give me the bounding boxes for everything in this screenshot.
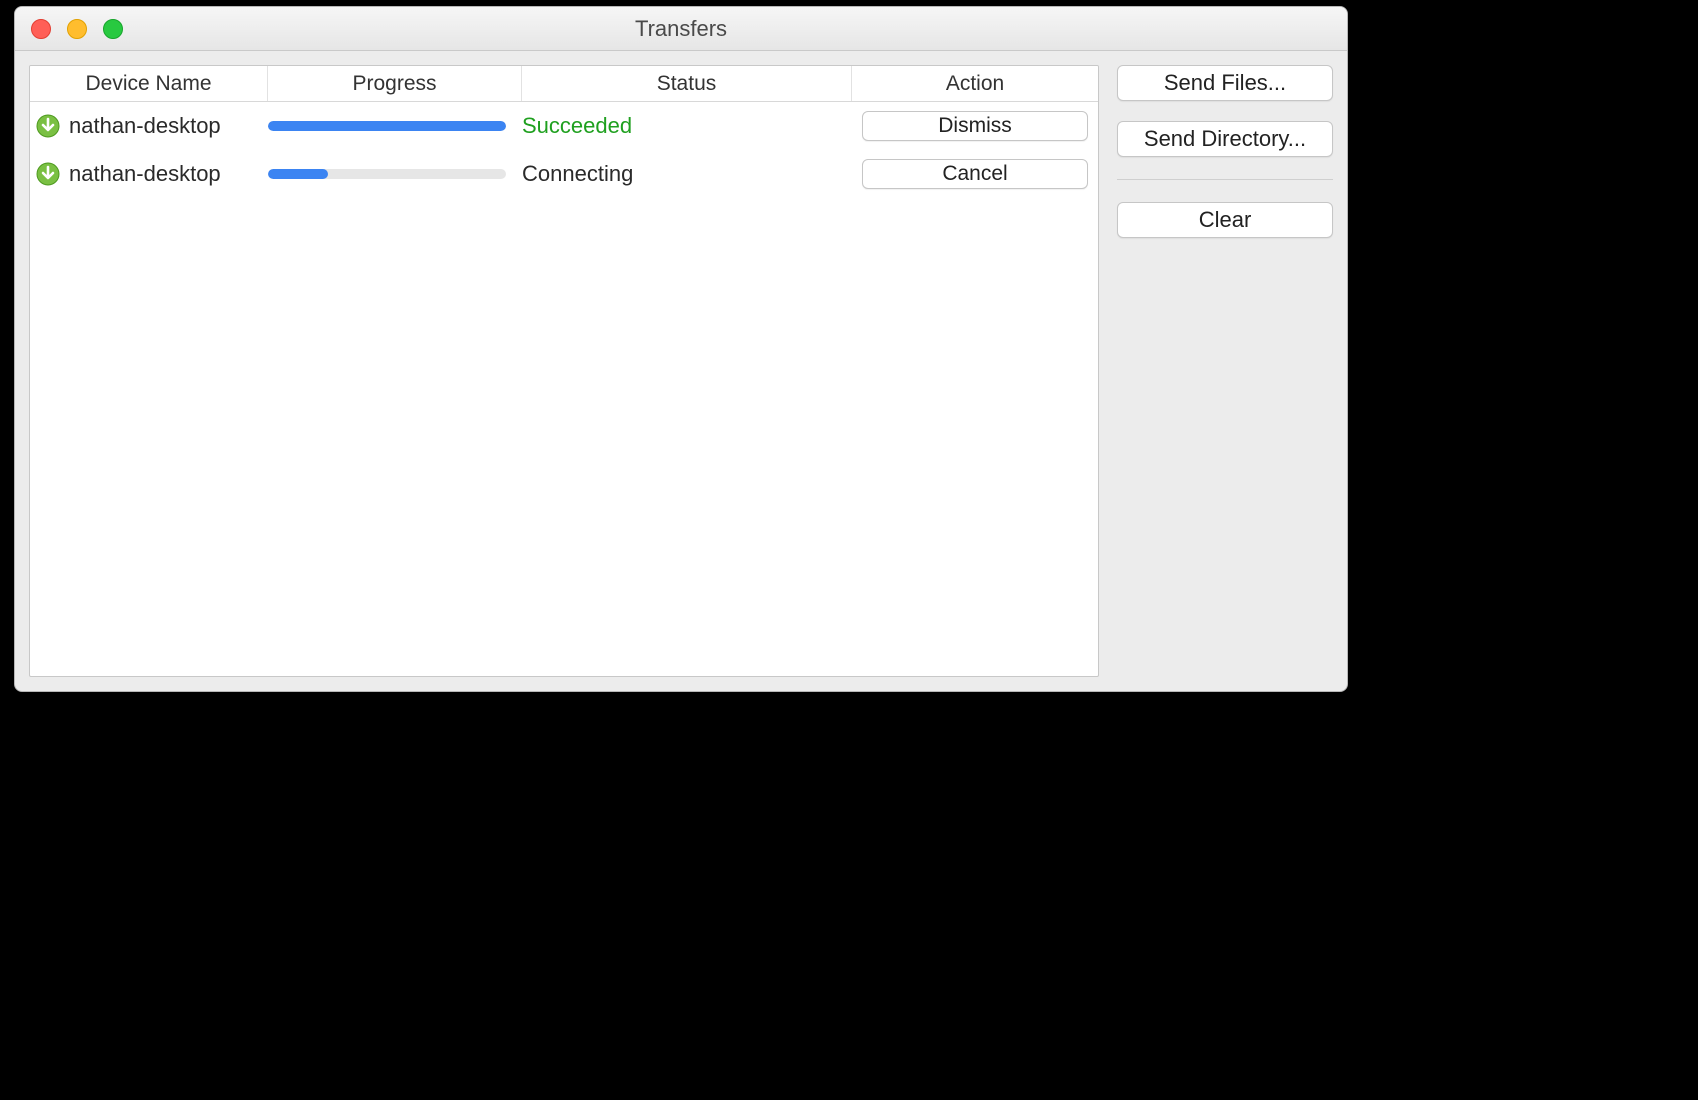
clear-button[interactable]: Clear (1117, 202, 1333, 238)
sidebar: Send Files... Send Directory... Clear (1117, 65, 1333, 677)
status-cell: Succeeded (522, 113, 852, 139)
progress-cell (268, 121, 522, 131)
action-cell: Dismiss (852, 111, 1098, 141)
status-cell: Connecting (522, 161, 852, 187)
window-controls (31, 19, 123, 39)
status-text: Succeeded (522, 113, 632, 139)
cancel-button[interactable]: Cancel (862, 159, 1088, 189)
column-header-device[interactable]: Device Name (30, 66, 268, 101)
transfers-window: Transfers Device Name Progress Status Ac… (14, 6, 1348, 692)
dismiss-button[interactable]: Dismiss (862, 111, 1088, 141)
progress-bar (268, 169, 506, 179)
window-content: Device Name Progress Status Action natha… (15, 51, 1347, 691)
table-header: Device Name Progress Status Action (30, 66, 1098, 102)
minimize-button[interactable] (67, 19, 87, 39)
window-title: Transfers (15, 16, 1347, 42)
column-header-progress[interactable]: Progress (268, 66, 522, 101)
download-icon (36, 162, 60, 186)
close-button[interactable] (31, 19, 51, 39)
column-header-action[interactable]: Action (852, 66, 1098, 101)
device-name: nathan-desktop (69, 113, 221, 139)
progress-fill (268, 121, 506, 131)
status-text: Connecting (522, 161, 633, 187)
progress-bar (268, 121, 506, 131)
device-name: nathan-desktop (69, 161, 221, 187)
table-body: nathan-desktopSucceededDismissnathan-des… (30, 102, 1098, 676)
divider (1117, 179, 1333, 180)
progress-cell (268, 169, 522, 179)
send-directory-button[interactable]: Send Directory... (1117, 121, 1333, 157)
column-header-status[interactable]: Status (522, 66, 852, 101)
titlebar[interactable]: Transfers (15, 7, 1347, 51)
download-icon (36, 114, 60, 138)
action-cell: Cancel (852, 159, 1098, 189)
progress-fill (268, 169, 328, 179)
send-files-button[interactable]: Send Files... (1117, 65, 1333, 101)
table-row[interactable]: nathan-desktop Succeeded Dismiss (30, 102, 1098, 150)
zoom-button[interactable] (103, 19, 123, 39)
transfers-table: Device Name Progress Status Action natha… (29, 65, 1099, 677)
table-row[interactable]: nathan-desktop Connecting Cancel (30, 150, 1098, 198)
device-cell: nathan-desktop (30, 113, 268, 139)
device-cell: nathan-desktop (30, 161, 268, 187)
